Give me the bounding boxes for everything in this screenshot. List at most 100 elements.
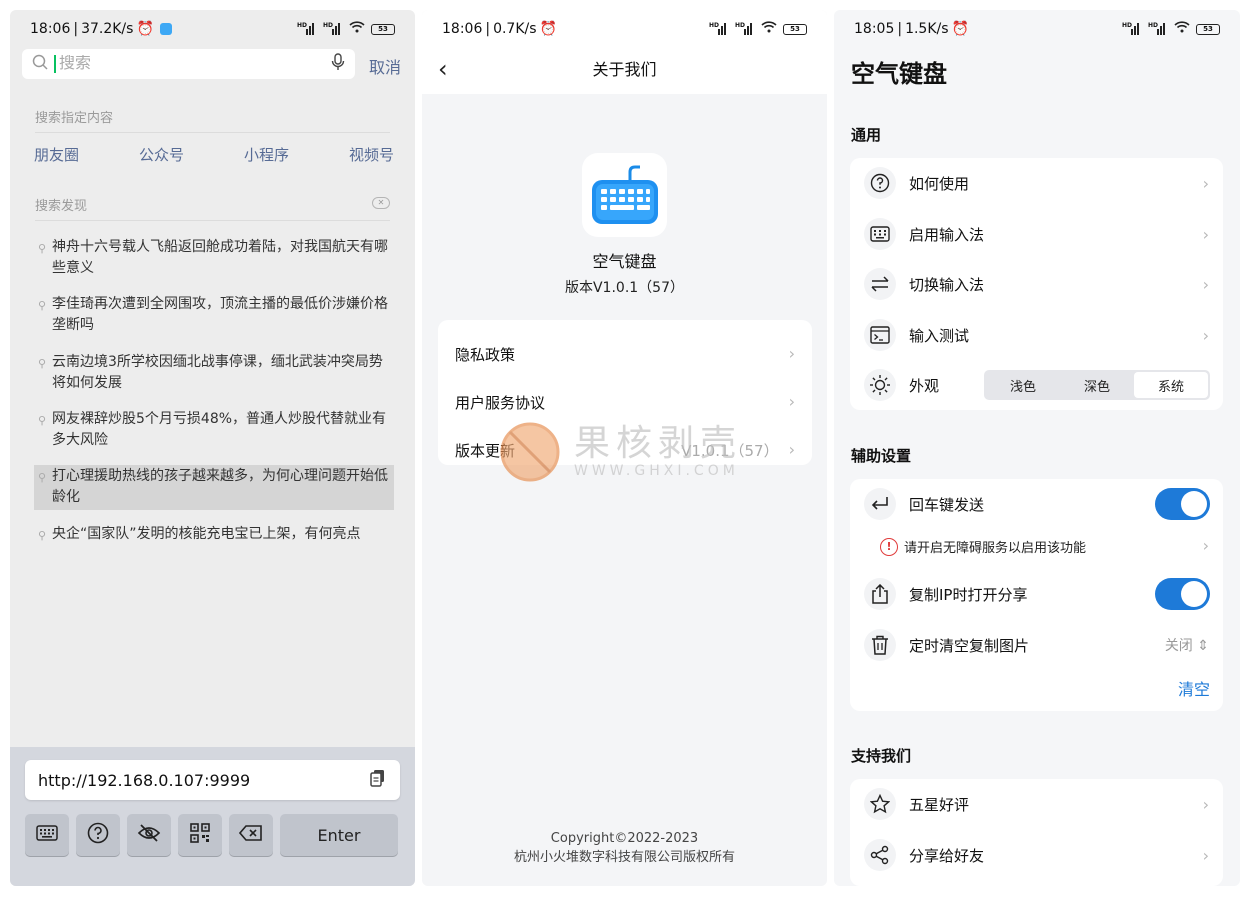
app-version: 版本V1.0.1（57） [564, 280, 684, 296]
enter-send-toggle[interactable] [1155, 488, 1210, 520]
server-url-bar[interactable]: http://192.168.0.107:9999 [25, 760, 400, 800]
eye-off-icon [137, 824, 161, 846]
chevron-right-icon: › [788, 440, 795, 459]
general-card: 如何使用 › 启用输入法 › 切换输入法 › 输入测试 › 外观 浅色 深色 系… [850, 158, 1223, 410]
assist-card: 回车键发送 ! 请开启无障碍服务以启用该功能 › 复制IP时打开分享 定时清空复… [850, 479, 1223, 711]
search-category-list: 朋友圈 公众号 小程序 视频号 [34, 144, 394, 165]
privacy-policy-row[interactable]: 隐私政策 › [455, 344, 795, 365]
site-watermark: 果核剥壳 WWW.GHXI.COM [498, 420, 742, 484]
status-bar: 18:06 | 37.2K/s ⏰ HD HD 53 [10, 18, 415, 40]
battery-icon: 53 [783, 23, 807, 35]
clear-button[interactable]: 清空 [1178, 676, 1210, 700]
copy-ip-share-row: 复制IP时打开分享 [850, 574, 1223, 614]
chevron-right-icon: › [1202, 173, 1209, 193]
suggestion-item[interactable]: ⚲ 云南边境3所学校因缅北战事停课，缅北武装冲突局势将如何发展 [34, 352, 394, 394]
battery-icon: 53 [371, 23, 395, 35]
page-title: 空气键盘 [851, 60, 947, 88]
status-bar: 18:05 | 1.5K/s ⏰ HD HD 53 [834, 18, 1240, 40]
input-test-row[interactable]: 输入测试 › [850, 315, 1223, 355]
category-channels[interactable]: 视频号 [349, 144, 394, 165]
help-button[interactable] [76, 814, 120, 856]
appearance-system-option[interactable]: 系统 [1134, 372, 1208, 398]
signal-icon: HD [323, 23, 343, 35]
specify-content-label: 搜索指定内容 [35, 111, 114, 126]
watermark-en: WWW.GHXI.COM [574, 463, 739, 479]
wifi-icon [761, 21, 777, 37]
wifi-icon [349, 21, 365, 37]
keyboard-icon [864, 218, 896, 250]
status-time: 18:06 [442, 21, 483, 37]
hide-discover-button[interactable]: ✕ [372, 197, 390, 209]
copy-icon[interactable] [370, 769, 386, 791]
search-icon: ⚲ [38, 299, 47, 312]
enter-send-row: 回车键发送 [850, 484, 1223, 524]
search-input[interactable] [54, 55, 331, 73]
search-icon: ⚲ [38, 471, 47, 484]
signal-icon: HD [735, 23, 755, 35]
support-card: 五星好评 › 分享给好友 › [850, 779, 1223, 886]
signal-icon: HD [297, 23, 317, 35]
swap-arrows-icon [864, 268, 896, 300]
about-us-screen: 18:06 | 0.7K/s ⏰ HD HD 53 ‹ 关于我们 空气键盘 版本… [422, 10, 827, 886]
watermark-cn: 果核剥壳 [574, 423, 743, 464]
app-notification-icon [159, 23, 172, 35]
how-to-use-row[interactable]: 如何使用 › [850, 163, 1223, 203]
category-moments[interactable]: 朋友圈 [34, 144, 79, 165]
wifi-icon [1174, 21, 1190, 37]
divider [35, 132, 390, 133]
keyboard-toggle-button[interactable] [25, 814, 69, 856]
alarm-icon: ⏰ [539, 21, 557, 37]
category-official-accounts[interactable]: 公众号 [139, 144, 184, 165]
star-icon [864, 788, 896, 820]
suggestion-item[interactable]: ⚲ 网友裸辞炒股5个月亏损48%，普通人炒股代替就业有多大风险 [34, 409, 394, 451]
divider [35, 220, 390, 221]
suggestion-item-highlighted[interactable]: ⚲ 打心理援助热线的孩子越来越多，为何心理问题开始低龄化 [34, 465, 394, 510]
hide-button[interactable] [127, 814, 171, 856]
status-time: 18:05 [854, 21, 895, 37]
appearance-segmented-control: 浅色 深色 系统 [984, 370, 1210, 400]
chevron-right-icon: › [1202, 325, 1209, 345]
enter-button[interactable]: Enter [280, 814, 398, 856]
air-keyboard-panel: http://192.168.0.107:9999 Enter [10, 747, 415, 886]
copy-ip-share-toggle[interactable] [1155, 578, 1210, 610]
clear-images-timer-row[interactable]: 定时清空复制图片 关闭 ⇕ [850, 625, 1223, 665]
terminal-icon [864, 319, 896, 351]
keyboard-icon [36, 825, 58, 845]
appearance-light-option[interactable]: 浅色 [986, 372, 1060, 398]
accessibility-warning[interactable]: ! 请开启无障碍服务以启用该功能 [880, 537, 1086, 556]
page-title: 关于我们 [592, 60, 657, 79]
qr-code-icon [190, 823, 210, 847]
microphone-icon[interactable] [331, 53, 345, 75]
rate-five-stars-row[interactable]: 五星好评 › [850, 784, 1223, 824]
keyboard-action-row: Enter [25, 814, 398, 856]
qr-scan-button[interactable] [178, 814, 222, 856]
cancel-button[interactable]: 取消 [369, 54, 401, 78]
suggestion-item[interactable]: ⚲ 神舟十六号载人飞船返回舱成功着陆，对我国航天有哪些意义 [34, 237, 394, 279]
clear-timer-select[interactable]: 关闭 ⇕ [1165, 635, 1209, 655]
alarm-icon: ⏰ [951, 21, 969, 37]
share-with-friends-row[interactable]: 分享给好友 › [850, 835, 1223, 875]
category-mini-programs[interactable]: 小程序 [244, 144, 289, 165]
help-icon [87, 822, 109, 848]
backspace-button[interactable] [229, 814, 273, 856]
suggestion-item[interactable]: ⚲ 央企“国家队”发明的核能充电宝已上架，有何亮点 [34, 524, 394, 546]
search-bar[interactable] [22, 49, 355, 79]
signal-icon: HD [1122, 23, 1142, 35]
suggestion-item[interactable]: ⚲ 李佳琦再次遭到全网围攻，顶流主播的最低价涉嫌价格垄断吗 [34, 294, 394, 336]
chevron-right-icon: › [1202, 536, 1209, 555]
section-header-support: 支持我们 [851, 747, 912, 765]
server-url: http://192.168.0.107:9999 [38, 770, 251, 790]
battery-icon: 53 [1196, 23, 1220, 35]
search-icon: ⚲ [38, 242, 47, 255]
switch-ime-row[interactable]: 切换输入法 › [850, 264, 1223, 304]
appearance-dark-option[interactable]: 深色 [1060, 372, 1134, 398]
enable-ime-row[interactable]: 启用输入法 › [850, 214, 1223, 254]
wechat-search-screen: 18:06 | 37.2K/s ⏰ HD HD 53 取消 搜索指定内容 朋友圈… [10, 10, 415, 886]
chevron-right-icon: › [1202, 845, 1209, 865]
status-speed: 0.7K/s [493, 21, 537, 37]
user-agreement-row[interactable]: 用户服务协议 › [455, 392, 795, 413]
alert-icon: ! [880, 537, 898, 556]
search-icon [32, 54, 48, 74]
chevron-right-icon: › [788, 344, 795, 363]
signal-icon: HD [1148, 23, 1168, 35]
